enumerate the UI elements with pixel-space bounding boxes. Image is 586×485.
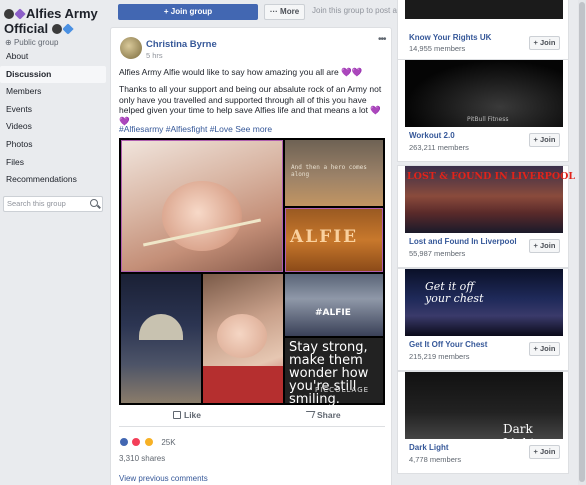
nav-item-recommendations[interactable]: Recommendations [0, 171, 106, 189]
suggested-group-members: 14,955 members [409, 44, 466, 53]
photo-collage[interactable]: And then a hero comes along ALFIE #ALFIE… [119, 138, 385, 407]
dark-face-emoji-icon [4, 9, 14, 19]
post-hashtags-row: #Alfiesarmy #Alfiesfight #Love See more [119, 124, 387, 135]
nav-item-events[interactable]: Events [0, 101, 106, 119]
thumbs-up-icon [173, 411, 181, 419]
share-button[interactable]: Share [303, 410, 341, 420]
reactions-summary[interactable]: 25K [119, 432, 176, 447]
suggested-group-image[interactable]: Dark Light [405, 372, 563, 450]
blue-heart-icon [62, 23, 74, 35]
left-sidebar: Alfies Army Official ⊕ Public group Abou… [0, 0, 110, 485]
suggested-group-name[interactable]: Workout 2.0 [409, 131, 455, 140]
suggested-group-name[interactable]: Get It Off Your Chest [409, 340, 487, 349]
suggested-group-name[interactable]: Lost and Found In Liverpool [409, 237, 517, 246]
share-arrow-icon [303, 411, 316, 418]
suggested-group-image[interactable]: PitBull Fitness [405, 60, 563, 127]
suggested-group-members: 263,211 members [409, 143, 469, 152]
nav-item-discussion[interactable]: Discussion [0, 65, 106, 84]
love-reaction-icon [131, 437, 142, 447]
search-icon[interactable] [90, 199, 98, 207]
post-timestamp[interactable]: 5 hrs [146, 51, 163, 60]
like-reaction-icon [119, 437, 129, 447]
suggested-group-name[interactable]: Know Your Rights UK [409, 33, 491, 42]
join-group-button[interactable]: + Join group [118, 4, 258, 20]
suggested-group-join-button[interactable]: + Join [529, 445, 560, 459]
suggested-group-card: LOST & FOUND IN LIVERPOOL Lost and Found… [397, 165, 575, 268]
post-text-body: Thanks to all your support and being our… [119, 84, 382, 126]
suggested-group-image[interactable] [405, 0, 563, 19]
baby-face-shape [162, 181, 242, 251]
globe-icon: ⊕ [5, 38, 12, 47]
dome-shape [139, 314, 183, 340]
suggested-group-members: 55,987 members [409, 249, 466, 258]
suggested-group-join-button[interactable]: + Join [529, 239, 560, 253]
collage-photo-alfie-sign[interactable]: ALFIE [285, 208, 383, 272]
collage-watermark: PICCOLLAGE [315, 386, 370, 394]
suggested-group-card: PitBull Fitness Workout 2.0 263,211 memb… [397, 59, 569, 162]
nav-item-about[interactable]: About [0, 48, 106, 66]
share-count[interactable]: 3,310 shares [119, 454, 165, 463]
collage-photo-baby-hospital[interactable] [121, 140, 283, 272]
suggested-group-members: 215,219 members [409, 352, 470, 361]
post-hashtags[interactable]: #Alfiesarmy #Alfiesfight #Love [119, 124, 233, 134]
more-button[interactable]: ··· More [264, 4, 305, 20]
suggested-group-card: Get it off your chest Get It Off Your Ch… [397, 268, 569, 371]
group-title[interactable]: Alfies Army Official [4, 6, 108, 36]
suggested-group-image-caption: LOST & FOUND IN LIVERPOOL [407, 171, 576, 182]
suggested-group-image[interactable]: LOST & FOUND IN LIVERPOOL [405, 166, 575, 233]
suggested-group-image[interactable]: Get it off your chest [405, 269, 563, 336]
post-card: Christina Byrne 5 hrs ••• Alfies Army Al… [110, 27, 392, 485]
collage-photo-crowd[interactable]: #ALFIE [285, 274, 383, 336]
group-search-input[interactable]: Search this group [3, 196, 103, 212]
group-nav: About Discussion Members Events Videos P… [0, 48, 106, 189]
red-shirt-shape [203, 366, 283, 403]
collage-caption-hero: And then a hero comes along [291, 164, 367, 178]
post-text-line1: Alfies Army Alfie would like to say how … [119, 67, 363, 77]
nav-item-members[interactable]: Members [0, 83, 106, 101]
reaction-count[interactable]: 25K [161, 438, 175, 447]
baby-face-shape [217, 314, 267, 358]
wow-reaction-icon [143, 437, 154, 447]
suggested-group-image-caption: PitBull Fitness [467, 116, 509, 123]
like-button[interactable]: Like [173, 410, 201, 420]
scrollbar-thumb[interactable] [579, 2, 585, 482]
page-scrollbar[interactable] [578, 0, 586, 485]
post-options-icon[interactable]: ••• [378, 34, 386, 45]
collage-caption-stay-strong: Stay strong, make them wonder how you're… [289, 340, 369, 407]
nav-item-files[interactable]: Files [0, 154, 106, 172]
group-privacy-label: ⊕ Public group [5, 38, 59, 47]
post-author[interactable]: Christina Byrne [146, 39, 217, 50]
suggested-group-join-button[interactable]: + Join [529, 36, 560, 50]
post-actions-bar: Like Share [119, 409, 385, 427]
suggested-group-join-button[interactable]: + Join [529, 342, 560, 356]
suggested-group-card: Dark Light Dark Light 4,778 members + Jo… [397, 371, 569, 474]
nav-item-videos[interactable]: Videos [0, 118, 106, 136]
see-more-link[interactable]: See more [235, 124, 272, 134]
suggested-group-members: 4,778 members [409, 455, 462, 464]
collage-caption-hashtag: #ALFIE [315, 308, 351, 318]
dark-face-emoji-icon [51, 24, 62, 34]
suggested-group-image-caption: Get it off your chest [425, 280, 484, 305]
suggested-group-name[interactable]: Dark Light [409, 443, 449, 452]
collage-caption-alfie: ALFIE [290, 227, 359, 247]
nav-item-photos[interactable]: Photos [0, 136, 106, 154]
suggested-group-join-button[interactable]: + Join [529, 133, 560, 147]
collage-photo-hero-quote[interactable]: And then a hero comes along [285, 140, 383, 206]
collage-photo-stay-strong[interactable]: Stay strong, make them wonder how you're… [285, 338, 383, 407]
view-previous-comments-link[interactable]: View previous comments [119, 474, 208, 483]
collage-photo-vatican-vigil[interactable] [121, 274, 201, 403]
author-avatar[interactable] [120, 37, 142, 59]
collage-photo-sleeping-baby[interactable] [203, 274, 283, 403]
purple-heart-icon [14, 8, 26, 20]
